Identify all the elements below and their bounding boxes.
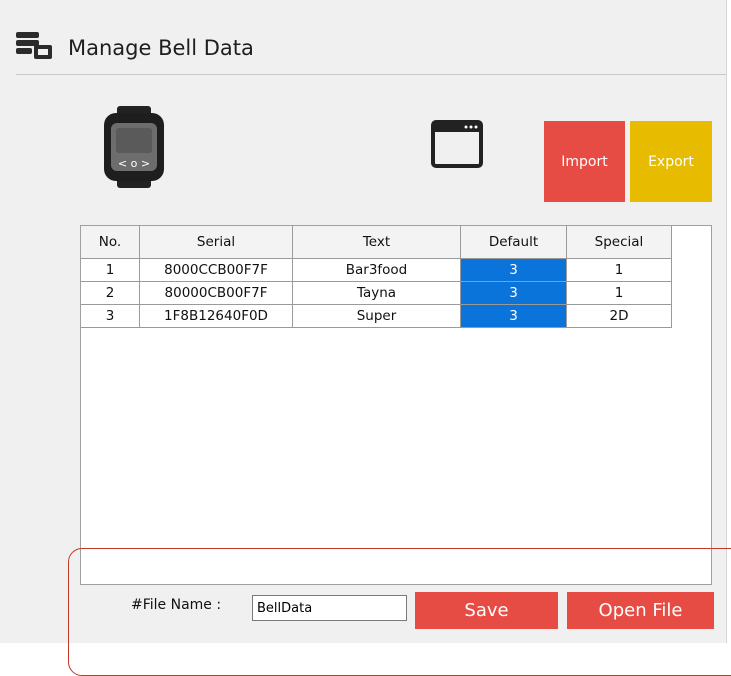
cell-serial[interactable]: 1F8B12640F0D bbox=[139, 304, 293, 328]
page-title: Manage Bell Data bbox=[68, 36, 254, 60]
column-header-serial[interactable]: Serial bbox=[139, 226, 293, 259]
table-row[interactable]: 3 1F8B12640F0D Super 3 2D bbox=[81, 304, 672, 328]
watch-icon: < o > bbox=[100, 106, 168, 192]
cell-default[interactable]: 3 bbox=[460, 304, 567, 328]
column-header-no[interactable]: No. bbox=[81, 226, 140, 259]
column-header-default[interactable]: Default bbox=[460, 226, 567, 259]
bell-data-table: No. Serial Text Default Special 1 8000CC… bbox=[81, 226, 672, 328]
cell-no[interactable]: 1 bbox=[81, 258, 140, 282]
highlight-annotation bbox=[68, 548, 731, 676]
cell-special[interactable]: 1 bbox=[566, 281, 672, 305]
table-row[interactable]: 1 8000CCB00F7F Bar3food 3 1 bbox=[81, 258, 672, 282]
table-header-row: No. Serial Text Default Special bbox=[81, 226, 672, 259]
cell-text[interactable]: Tayna bbox=[292, 281, 461, 305]
cell-default[interactable]: 3 bbox=[460, 258, 567, 282]
cell-text[interactable]: Bar3food bbox=[292, 258, 461, 282]
svg-text:< o >: < o > bbox=[118, 157, 150, 170]
column-header-text[interactable]: Text bbox=[292, 226, 461, 259]
window-icon[interactable] bbox=[430, 119, 486, 173]
cell-no[interactable]: 3 bbox=[81, 304, 140, 328]
header: Manage Bell Data bbox=[16, 28, 254, 68]
cell-special[interactable]: 1 bbox=[566, 258, 672, 282]
cell-special[interactable]: 2D bbox=[566, 304, 672, 328]
table-row[interactable]: 2 80000CB00F7F Tayna 3 1 bbox=[81, 281, 672, 305]
bell-data-grid[interactable]: No. Serial Text Default Special 1 8000CC… bbox=[80, 225, 712, 585]
cell-serial[interactable]: 8000CCB00F7F bbox=[139, 258, 293, 282]
cell-serial[interactable]: 80000CB00F7F bbox=[139, 281, 293, 305]
cell-default[interactable]: 3 bbox=[460, 281, 567, 305]
import-button[interactable]: Import bbox=[544, 121, 625, 202]
cell-no[interactable]: 2 bbox=[81, 281, 140, 305]
cell-text[interactable]: Super bbox=[292, 304, 461, 328]
header-divider bbox=[16, 74, 726, 75]
panel-edge bbox=[726, 0, 727, 643]
column-header-special[interactable]: Special bbox=[566, 226, 672, 259]
database-icon bbox=[16, 32, 56, 64]
export-button[interactable]: Export bbox=[630, 121, 712, 202]
